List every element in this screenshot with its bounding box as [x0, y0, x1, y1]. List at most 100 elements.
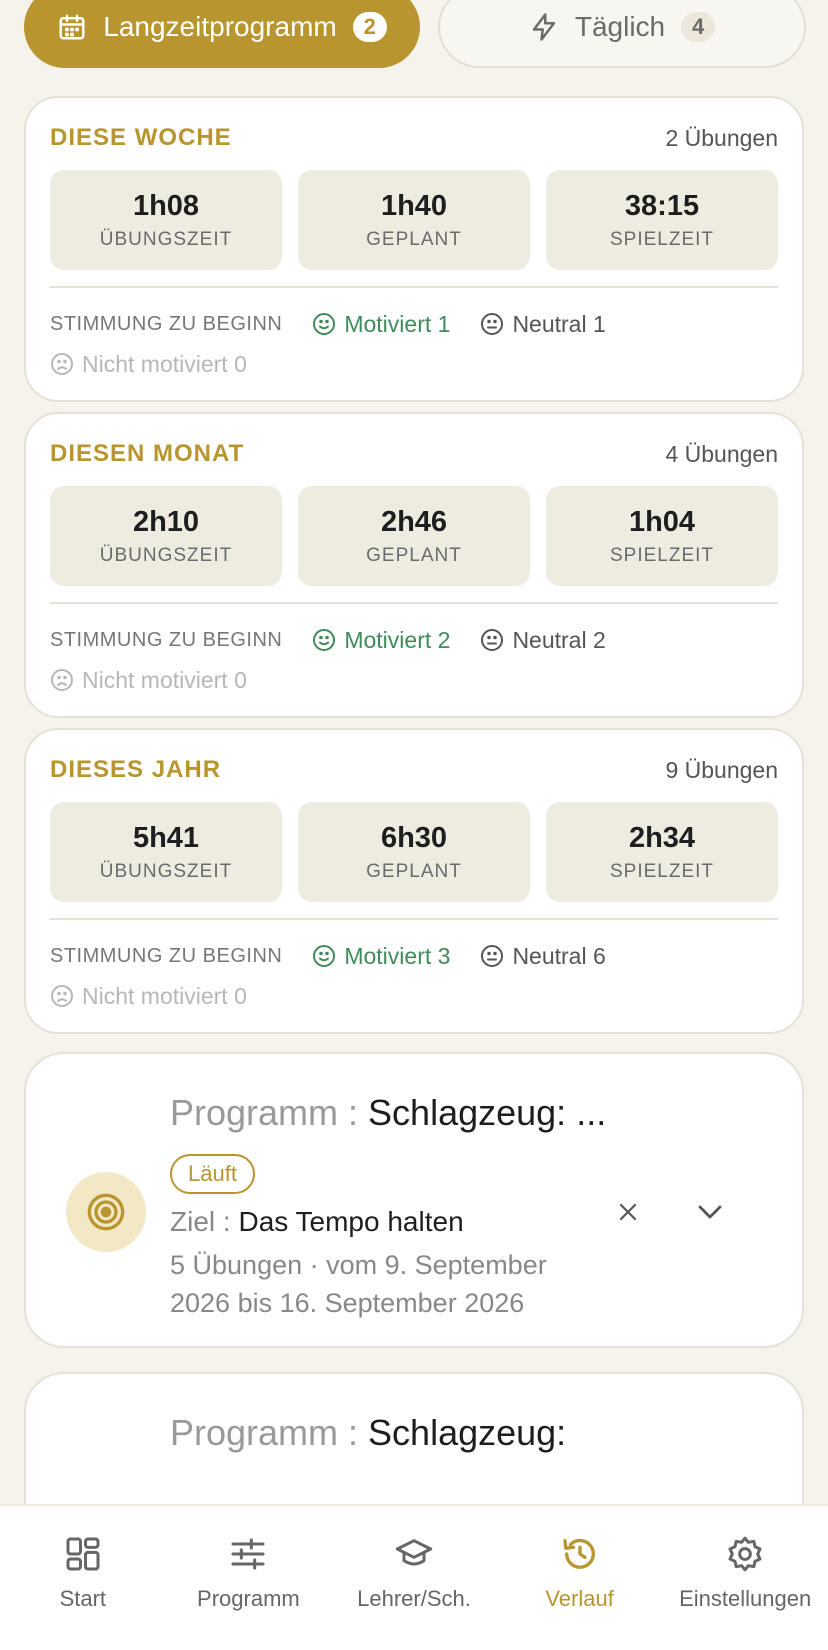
mood-value: Nicht motiviert 0	[82, 666, 247, 693]
gear-icon	[728, 1536, 762, 1572]
tile-value: 5h41	[132, 821, 200, 854]
smile-icon	[313, 945, 336, 967]
mood-value: Nicht motiviert 0	[82, 350, 247, 377]
stat-tile-planned: 1h40 GEPLANT	[298, 170, 530, 270]
tab-count-badge: 2	[352, 12, 387, 42]
mood-motivated: Motiviert 2	[312, 627, 450, 654]
tile-label: SPIELZEIT	[609, 860, 715, 882]
mood-label: STIMMUNG ZU BEGINN	[50, 944, 283, 967]
tile-label: ÜBUNGSZEIT	[99, 860, 233, 882]
stats-card-month: DIESEN MONAT 4 Übungen 2h10 ÜBUNGSZEIT 2h…	[24, 412, 804, 718]
mood-motivated: Motiviert 3	[312, 943, 450, 970]
stat-tile-playtime: 2h34 SPIELZEIT	[546, 802, 778, 902]
card-count: 9 Übungen	[665, 756, 778, 783]
mood-value: Neutral 2	[512, 626, 606, 653]
nav-item-start[interactable]: Start	[0, 1506, 166, 1650]
neutral-face-icon	[481, 313, 504, 335]
target-icon	[87, 1193, 125, 1231]
tab-label: Langzeitprogramm	[103, 11, 337, 42]
tab-count-badge: 4	[681, 12, 716, 42]
tile-label: GEPLANT	[366, 228, 462, 250]
nav-label: Lehrer/Sch.	[357, 1586, 471, 1611]
nav-label: Verlauf	[545, 1586, 614, 1611]
filter-tabs: Langzeitprogramm 2 Täglich 4	[24, 0, 806, 68]
program-title-prefix: Programm :	[170, 1092, 369, 1133]
card-title: DIESES JAHR	[50, 756, 222, 783]
program-goal: Ziel : Das Tempo halten	[170, 1206, 464, 1238]
smile-icon	[313, 629, 336, 651]
stat-tile-planned: 6h30 GEPLANT	[298, 802, 530, 902]
card-title: DIESEN MONAT	[50, 440, 245, 467]
mood-not-motivated: Nicht motiviert 0	[50, 983, 247, 1010]
mood-not-motivated: Nicht motiviert 0	[50, 351, 247, 378]
tile-value: 1h08	[132, 189, 200, 222]
nav-item-lehrer[interactable]: Lehrer/Sch.	[331, 1506, 497, 1650]
mood-motivated: Motiviert 1	[312, 311, 450, 338]
tile-value: 1h40	[380, 189, 448, 222]
tile-label: GEPLANT	[366, 544, 462, 566]
mood-value: Motiviert 1	[344, 310, 451, 337]
neutral-face-icon	[481, 945, 504, 967]
tile-value: 1h04	[628, 505, 696, 538]
program-title: Programm : Schlagzeug:	[170, 1412, 566, 1454]
mood-section: STIMMUNG ZU BEGINN Motiviert 1 Neutral 1…	[50, 306, 778, 382]
divider	[50, 918, 778, 920]
stat-tile-playtime: 1h04 SPIELZEIT	[546, 486, 778, 586]
goal-value: Das Tempo halten	[238, 1206, 464, 1237]
divider	[50, 602, 778, 604]
stats-card-week: DIESE WOCHE 2 Übungen 1h08 ÜBUNGSZEIT 1h4…	[24, 96, 804, 402]
remove-program-button[interactable]	[610, 1194, 646, 1230]
program-name: Schlagzeug:	[368, 1412, 567, 1453]
tab-label: Täglich	[574, 11, 666, 42]
tile-value: 6h30	[380, 821, 448, 854]
mood-neutral: Neutral 1	[480, 310, 606, 338]
nav-label: Start	[59, 1586, 107, 1611]
mood-neutral: Neutral 6	[480, 942, 606, 970]
tile-label: GEPLANT	[366, 860, 462, 882]
tile-label: ÜBUNGSZEIT	[99, 228, 233, 250]
nav-label: Einstellungen	[679, 1586, 812, 1611]
mood-value: Neutral 1	[512, 310, 606, 337]
stat-tile-planned: 2h46 GEPLANT	[298, 486, 530, 586]
chevron-down-icon	[698, 1205, 722, 1219]
bottom-navigation: Start Programm Lehrer/Sch. Verlauf Einst…	[0, 1504, 828, 1650]
nav-item-einstellungen[interactable]: Einstellungen	[662, 1506, 828, 1650]
card-title: DIESE WOCHE	[50, 124, 232, 151]
nav-item-verlauf[interactable]: Verlauf	[497, 1506, 663, 1650]
program-avatar	[66, 1172, 146, 1252]
stats-card-year: DIESES JAHR 9 Übungen 5h41 ÜBUNGSZEIT 6h3…	[24, 728, 804, 1034]
mood-label: STIMMUNG ZU BEGINN	[50, 628, 283, 651]
mood-section: STIMMUNG ZU BEGINN Motiviert 2 Neutral 2…	[50, 622, 778, 698]
program-card[interactable]: Programm : Schlagzeug: ... Läuft Ziel : …	[24, 1052, 804, 1348]
mood-label: STIMMUNG ZU BEGINN	[50, 312, 283, 335]
program-title-prefix: Programm :	[170, 1412, 369, 1453]
mood-value: Motiviert 3	[344, 942, 451, 969]
tile-value: 2h46	[380, 505, 448, 538]
mood-not-motivated: Nicht motiviert 0	[50, 667, 247, 694]
mood-value: Nicht motiviert 0	[82, 982, 247, 1009]
card-count: 4 Übungen	[665, 440, 778, 467]
status-badge: Läuft	[170, 1154, 255, 1194]
graduation-cap-icon	[395, 1539, 433, 1566]
grid-icon	[66, 1537, 100, 1571]
sliders-icon	[231, 1538, 265, 1570]
divider	[50, 286, 778, 288]
stat-tile-playtime: 38:15 SPIELZEIT	[546, 170, 778, 270]
tile-label: SPIELZEIT	[609, 228, 715, 250]
tile-value: 38:15	[624, 189, 700, 222]
tab-langzeitprogramm[interactable]: Langzeitprogramm 2	[24, 0, 420, 68]
mood-neutral: Neutral 2	[480, 626, 606, 654]
lightning-icon	[532, 13, 556, 41]
expand-program-button[interactable]	[690, 1194, 730, 1230]
card-count: 2 Übungen	[665, 124, 778, 151]
stat-tile-practice: 2h10 ÜBUNGSZEIT	[50, 486, 282, 586]
mood-section: STIMMUNG ZU BEGINN Motiviert 3 Neutral 6…	[50, 938, 778, 1014]
sad-face-icon	[51, 669, 73, 691]
nav-item-programm[interactable]: Programm	[166, 1506, 332, 1650]
neutral-face-icon	[481, 629, 504, 651]
close-icon	[619, 1203, 637, 1221]
mood-value: Neutral 6	[512, 942, 606, 969]
tab-taeglich[interactable]: Täglich 4	[438, 0, 806, 68]
sad-face-icon	[51, 985, 73, 1007]
calendar-icon	[59, 14, 85, 40]
